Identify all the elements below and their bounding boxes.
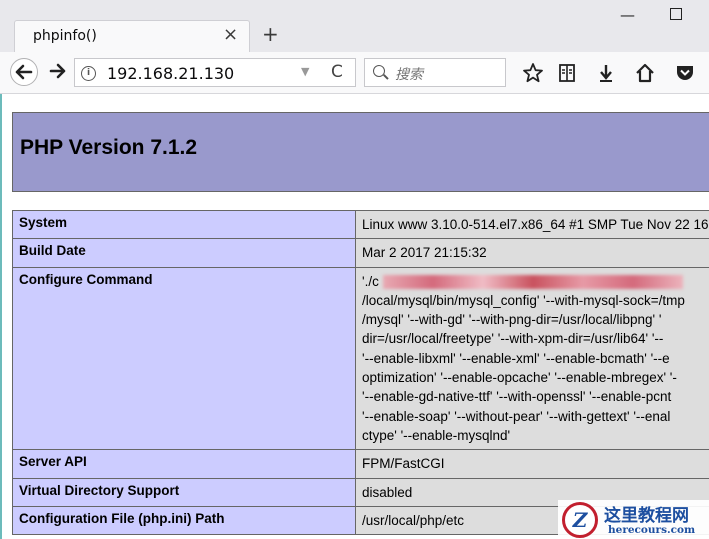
row-label: Build Date — [12, 238, 356, 268]
home-icon[interactable] — [634, 62, 656, 84]
config-line: '--enable-gd-native-ttf' '--with-openssl… — [362, 389, 672, 405]
left-edge-line — [0, 94, 2, 539]
watermark-logo: Z — [562, 502, 598, 538]
chevron-down-icon[interactable]: ▼ — [301, 65, 309, 78]
search-icon — [373, 65, 385, 77]
new-tab-icon[interactable]: + — [262, 23, 279, 45]
table-row: System Linux www 3.10.0-514.el7.x86_64 #… — [12, 209, 709, 240]
site-watermark: Z 这里教程网 herecours.com — [558, 500, 709, 539]
minimize-icon[interactable]: — — [620, 6, 635, 24]
download-icon[interactable] — [595, 62, 617, 84]
bookmark-star-icon[interactable] — [522, 62, 544, 84]
page-title: PHP Version 7.1.2 — [20, 136, 198, 159]
config-line: optimization' '--enable-opcache' '--enab… — [362, 370, 677, 386]
tab-title: phpinfo() — [33, 28, 97, 44]
maximize-icon[interactable] — [670, 8, 682, 20]
tab-phpinfo[interactable]: phpinfo() × — [14, 20, 250, 52]
reload-icon[interactable]: C — [331, 62, 343, 82]
watermark-domain: herecours.com — [608, 524, 696, 536]
search-placeholder: 搜索 — [395, 67, 423, 83]
row-value: Linux www 3.10.0-514.el7.x86_64 #1 SMP T… — [355, 209, 709, 240]
phpinfo-table: System Linux www 3.10.0-514.el7.x86_64 #… — [12, 209, 709, 536]
row-label: Configuration File (php.ini) Path — [12, 505, 356, 536]
forward-button[interactable] — [46, 59, 70, 83]
url-bar[interactable]: i 192.168.21.130 ▼ C — [74, 58, 356, 87]
arrow-left-icon — [15, 64, 33, 80]
pocket-icon[interactable] — [674, 62, 696, 84]
row-label: Configure Command — [12, 266, 356, 451]
redacted-blur — [382, 275, 683, 290]
search-input[interactable]: 搜索 — [364, 58, 506, 87]
configure-command-value: './c /local/mysql/bin/mysql_config' '--w… — [355, 266, 709, 451]
row-label: System — [12, 209, 356, 240]
table-row: Server API FPM/FastCGI — [12, 449, 709, 479]
row-value: FPM/FastCGI — [355, 449, 709, 479]
config-line: '--enable-soap' '--without-pear' '--with… — [362, 408, 671, 424]
table-row: Build Date Mar 2 2017 21:15:32 — [12, 238, 709, 268]
arrow-right-icon — [49, 63, 66, 79]
config-line: ctype' '--enable-mysqlnd' — [362, 427, 511, 443]
table-row: Configure Command './c /local/mysql/bin/… — [12, 266, 709, 451]
close-tab-icon[interactable]: × — [223, 24, 238, 45]
back-button[interactable] — [10, 58, 38, 86]
reader-view-icon[interactable] — [556, 62, 578, 84]
config-line: './c — [362, 272, 705, 291]
row-value: Mar 2 2017 21:15:32 — [355, 238, 709, 268]
page-content: PHP Version 7.1.2 System Linux www 3.10.… — [0, 94, 709, 539]
row-label: Server API — [12, 449, 356, 479]
config-line: '--enable-libxml' '--enable-xml' '--enab… — [362, 350, 670, 366]
browser-titlebar: phpinfo() × + — — [0, 0, 709, 52]
watermark-title: 这里教程网 — [604, 506, 689, 526]
php-version-header: PHP Version 7.1.2 — [12, 112, 709, 192]
config-line: dir=/usr/local/freetype' '--with-xpm-dir… — [362, 331, 664, 347]
row-label: Virtual Directory Support — [12, 477, 356, 507]
navigation-toolbar: i 192.168.21.130 ▼ C 搜索 — [0, 52, 709, 94]
config-line: /local/mysql/bin/mysql_config' '--with-m… — [362, 292, 685, 308]
info-icon[interactable]: i — [81, 66, 96, 81]
config-line: /mysql' '--with-gd' '--with-png-dir=/usr… — [362, 312, 662, 328]
url-text[interactable]: 192.168.21.130 — [107, 64, 234, 83]
